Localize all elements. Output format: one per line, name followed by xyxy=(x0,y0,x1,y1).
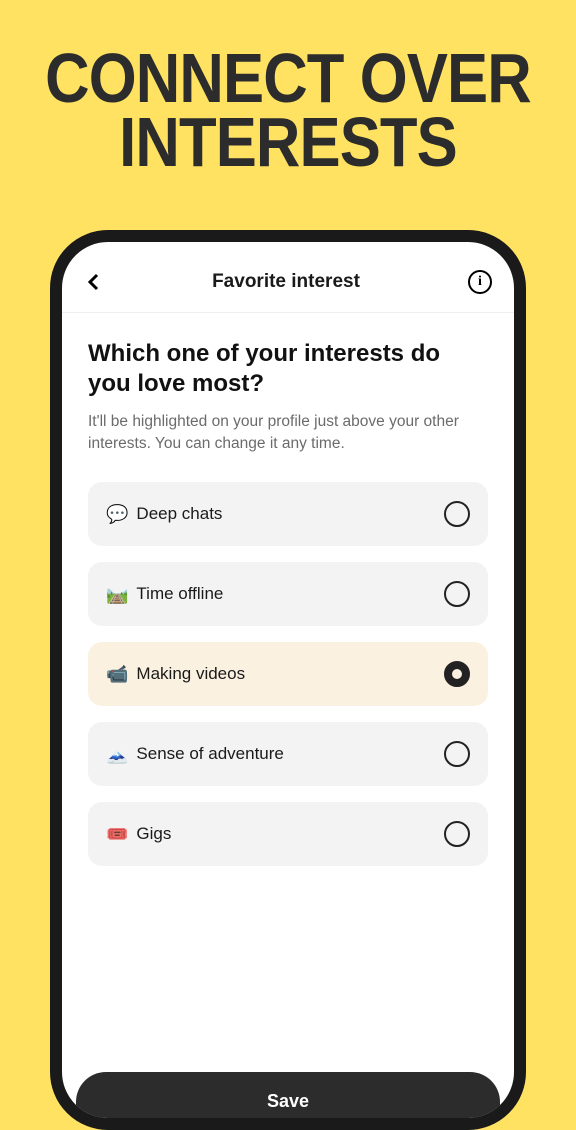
info-icon: i xyxy=(478,274,482,290)
option-left: 📹 Making videos xyxy=(106,664,245,685)
options-list: 💬 Deep chats 🛤️ Time offline 📹 Ma xyxy=(88,482,488,866)
hero-title: CONNECT OVER INTERESTS xyxy=(35,0,542,175)
option-label: Deep chats xyxy=(136,504,222,524)
radio-unchecked-icon xyxy=(444,501,470,527)
option-left: 💬 Deep chats xyxy=(106,504,222,525)
option-making-videos[interactable]: 📹 Making videos xyxy=(88,642,488,706)
option-label: Making videos xyxy=(136,664,245,684)
option-deep-chats[interactable]: 💬 Deep chats xyxy=(88,482,488,546)
option-gigs[interactable]: 🎟️ Gigs xyxy=(88,802,488,866)
chat-icon: 💬 xyxy=(106,504,128,525)
back-button[interactable] xyxy=(84,272,104,292)
option-left: 🛤️ Time offline xyxy=(106,584,223,605)
chevron-left-icon xyxy=(87,273,101,291)
option-time-offline[interactable]: 🛤️ Time offline xyxy=(88,562,488,626)
radio-checked-icon xyxy=(444,661,470,687)
question-heading: Which one of your interests do you love … xyxy=(88,339,488,399)
hero-line-1: CONNECT OVER xyxy=(35,46,542,110)
video-icon: 📹 xyxy=(106,664,128,685)
option-left: 🎟️ Gigs xyxy=(106,824,171,845)
option-label: Sense of adventure xyxy=(136,744,283,764)
save-button-label: Save xyxy=(267,1091,309,1111)
info-button[interactable]: i xyxy=(468,270,492,294)
radio-unchecked-icon xyxy=(444,581,470,607)
nav-bar: Favorite interest i xyxy=(62,242,514,313)
content-area: Which one of your interests do you love … xyxy=(62,313,514,1118)
phone-screen: Favorite interest i Which one of your in… xyxy=(62,242,514,1118)
option-label: Gigs xyxy=(136,824,171,844)
hero-line-2: INTERESTS xyxy=(35,110,542,174)
option-left: 🗻 Sense of adventure xyxy=(106,744,284,765)
radio-unchecked-icon xyxy=(444,741,470,767)
ticket-icon: 🎟️ xyxy=(106,824,128,845)
option-sense-of-adventure[interactable]: 🗻 Sense of adventure xyxy=(88,722,488,786)
mountain-icon: 🗻 xyxy=(106,744,128,765)
rail-icon: 🛤️ xyxy=(106,584,128,605)
save-button[interactable]: Save xyxy=(76,1072,500,1118)
radio-unchecked-icon xyxy=(444,821,470,847)
question-subtext: It'll be highlighted on your profile jus… xyxy=(88,411,488,454)
phone-frame: Favorite interest i Which one of your in… xyxy=(50,230,526,1130)
option-label: Time offline xyxy=(136,584,223,604)
nav-title: Favorite interest xyxy=(212,271,360,293)
